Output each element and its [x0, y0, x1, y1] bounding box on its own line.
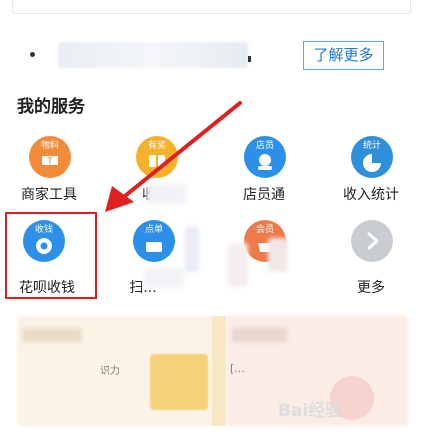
blurred-promo-text — [58, 42, 248, 68]
order-icon: 点单 — [133, 220, 175, 262]
blurred-banner-title — [22, 328, 82, 342]
service-more[interactable]: 更多 — [326, 220, 416, 300]
service-staff[interactable]: 店员 店员通 — [219, 136, 309, 216]
bullet-dot — [30, 52, 35, 57]
bottom-banners: 识力 [... Bai经验 — [0, 316, 423, 435]
blurred-banner-title — [232, 328, 287, 342]
previous-card — [12, 0, 411, 14]
banner-caption: 识力 — [100, 366, 120, 377]
service-gift-collect[interactable]: 有奖 收钱 — [111, 136, 201, 216]
card-illustration — [150, 354, 208, 410]
banner-caption: [... — [230, 362, 245, 375]
stats-icon: 统计 — [351, 136, 393, 178]
blurred-label — [144, 268, 184, 288]
promo-row: 了解更多 — [0, 14, 423, 74]
blurred-item — [228, 243, 248, 287]
tools-icon: 物料 T — [29, 136, 71, 178]
gift-icon: 有奖 — [136, 136, 178, 178]
service-label: 收入统计 — [343, 187, 399, 203]
promo-mark — [248, 56, 251, 62]
blurred-item — [268, 238, 288, 272]
service-income-stats[interactable]: 统计 收入统计 — [326, 136, 416, 216]
svg-text:T: T — [46, 157, 53, 167]
section-title-my-services: 我的服务 — [17, 97, 85, 117]
blurred-label — [147, 184, 187, 204]
service-label: 商家工具 — [21, 187, 77, 203]
staff-icon: 店员 — [244, 136, 286, 178]
highlight-box — [5, 212, 97, 299]
service-label: 更多 — [357, 280, 385, 296]
banner-divider — [212, 316, 226, 426]
blurred-item — [185, 226, 199, 272]
service-merchant-tools[interactable]: 物料 T 商家工具 — [4, 136, 94, 216]
more-icon — [351, 220, 393, 262]
service-label: 店员通 — [243, 187, 285, 203]
learn-more-button[interactable]: 了解更多 — [303, 41, 384, 70]
watermark-text: Bai经验 — [278, 401, 343, 421]
